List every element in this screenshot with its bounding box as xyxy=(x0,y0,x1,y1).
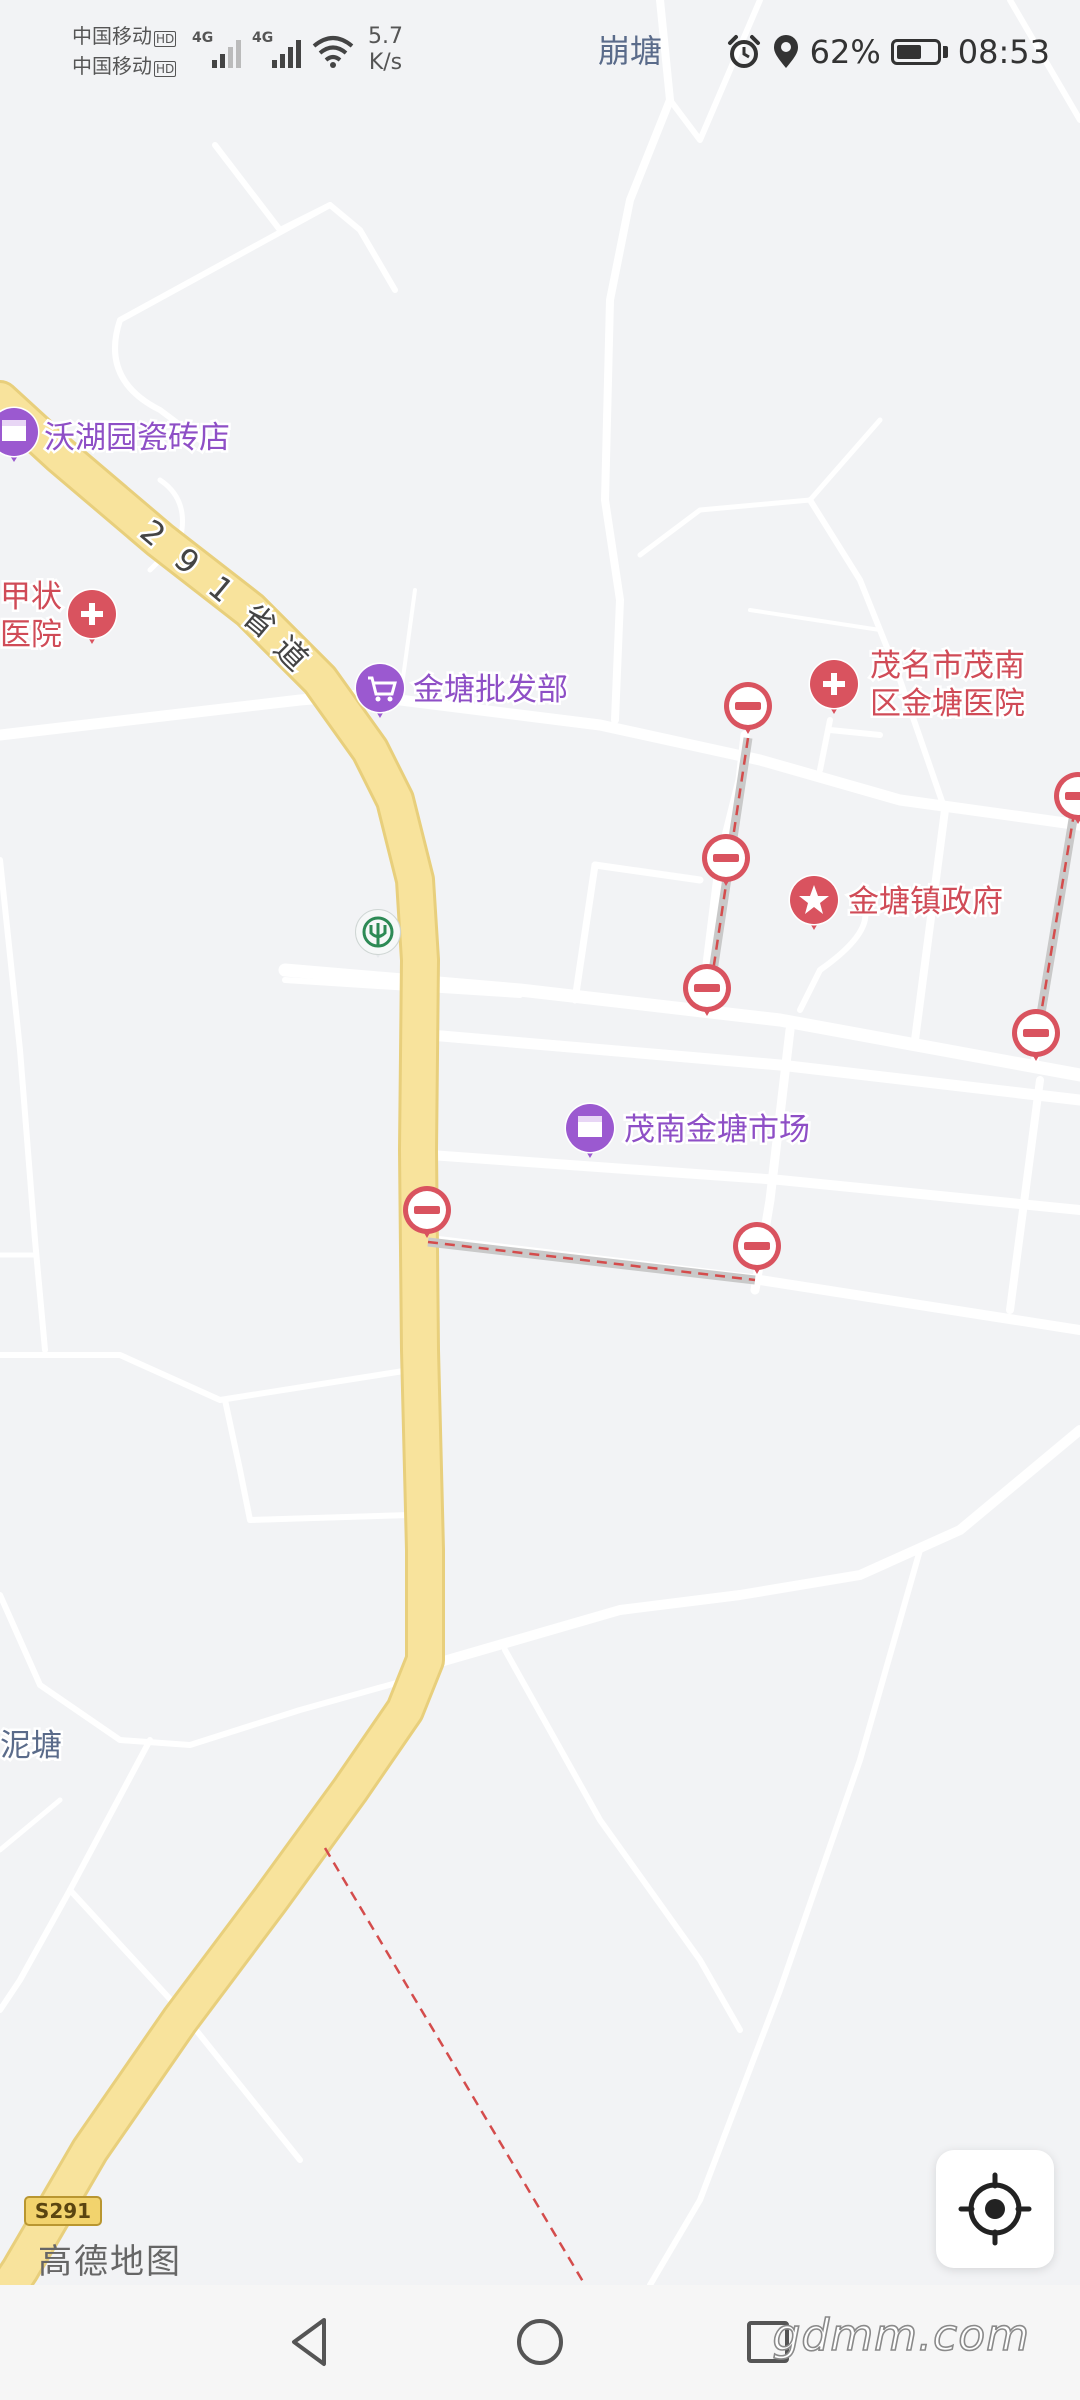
poi-label: 茂南金塘市场 xyxy=(624,1112,810,1148)
battery-icon xyxy=(890,39,941,65)
carrier-1: 中国移动 HD xyxy=(72,24,177,48)
alarm-icon xyxy=(727,35,760,68)
village-label: 泥塘 xyxy=(0,1728,62,1764)
battery-tip xyxy=(942,46,948,58)
battery-percent: 62% xyxy=(809,33,881,71)
poi-label: 医院 xyxy=(0,617,62,653)
poi-label: 金塘批发部 xyxy=(413,672,568,708)
map-brand-logo: 高德地图 xyxy=(38,2242,182,2282)
signal-1-icon: 4G xyxy=(192,30,244,70)
poi-label: 区金塘医院 xyxy=(870,686,1025,722)
status-right-group: 62% 08:53 xyxy=(726,30,1050,74)
poi-label: 金塘镇政府 xyxy=(848,884,1003,920)
back-triangle-icon[interactable] xyxy=(278,2310,342,2374)
current-location-label: 崩塘 xyxy=(598,32,663,70)
shop-icon xyxy=(2,425,26,441)
road-shield-s291: S291 xyxy=(24,2196,102,2226)
home-circle-icon[interactable] xyxy=(508,2310,572,2374)
wifi-icon xyxy=(312,36,354,68)
system-nav-bar: gdmm.com xyxy=(0,2285,1080,2400)
poi-label: 茂名市茂南 xyxy=(870,648,1025,684)
map-view[interactable]: 2 9 1 省 道 沃湖园瓷砖店 甲状 医院 金塘批发部 茂名市茂南 区金塘医院… xyxy=(0,0,1080,2285)
location-pin-icon xyxy=(773,35,798,68)
clock-time: 08:53 xyxy=(957,33,1050,71)
signal-2-icon: 4G xyxy=(252,30,304,70)
carrier-2: 中国移动 HD xyxy=(72,54,177,78)
shop-icon xyxy=(578,1121,602,1137)
watermark-text: gdmm.com xyxy=(772,2309,1030,2362)
status-bar: 中国移动 HD 中国移动 HD 4G 4G 5.7 K/s 崩塘 62% 08:… xyxy=(0,0,1080,100)
locate-me-button[interactable] xyxy=(936,2150,1054,2268)
poi-label: 甲状 xyxy=(0,579,62,615)
poi-label: 沃湖园瓷砖店 xyxy=(44,420,230,456)
crosshair-icon xyxy=(958,2172,1032,2246)
network-speed: 5.7 K/s xyxy=(368,24,403,75)
